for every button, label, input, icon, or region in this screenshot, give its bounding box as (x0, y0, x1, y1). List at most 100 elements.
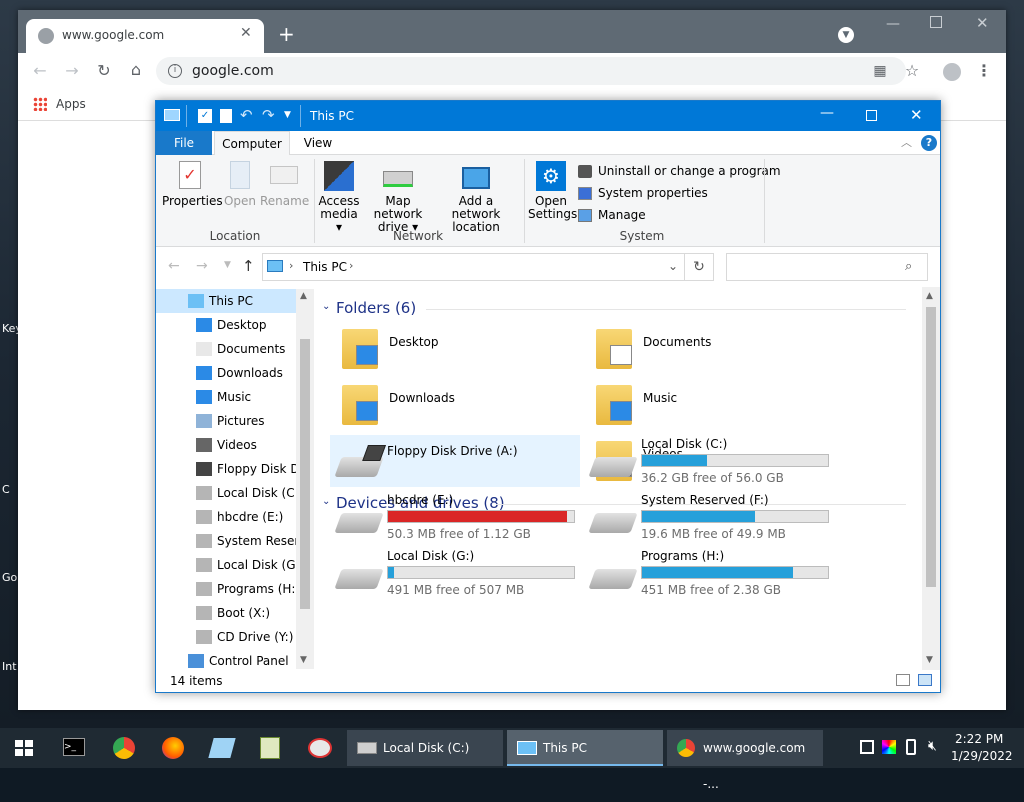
omnibox[interactable]: i google.com (156, 57, 906, 85)
nav-item[interactable]: Pictures (156, 409, 296, 433)
maximize-icon[interactable] (866, 110, 877, 121)
minimize-icon[interactable]: — (820, 105, 834, 121)
close-icon[interactable]: ✕ (976, 14, 989, 32)
profile-icon[interactable] (943, 63, 961, 81)
rename-button[interactable]: Rename (260, 161, 309, 208)
nav-item[interactable]: Local Disk (G:) (156, 553, 296, 577)
apps-bookmark[interactable]: Apps (56, 97, 86, 111)
forward-icon[interactable]: → (196, 258, 208, 274)
recent-locations-icon[interactable]: ▼ (224, 260, 231, 270)
tool-icon[interactable] (308, 738, 332, 758)
tab-file[interactable]: File (156, 131, 212, 155)
drive-item[interactable]: Local Disk (G:) 491 MB free of 507 MB (330, 547, 580, 597)
content-scrollbar[interactable]: ▲ ▼ (922, 287, 940, 670)
properties-quick-icon[interactable]: ✓ (198, 109, 212, 123)
uninstall-button[interactable]: Uninstall or change a program (578, 163, 781, 181)
chevron-right-icon[interactable]: › (349, 259, 353, 272)
open-button[interactable]: Open (222, 161, 258, 208)
redo-icon[interactable]: ↷ (262, 106, 275, 124)
taskbar-window-chrome[interactable]: www.google.com -... (667, 730, 823, 791)
properties-button[interactable]: ✓ Properties (162, 161, 223, 208)
scroll-up-icon[interactable]: ▲ (926, 291, 933, 301)
nav-item[interactable]: Downloads (156, 361, 296, 385)
open-settings-button[interactable]: ⚙ Open Settings (528, 161, 577, 221)
volume-muted-icon[interactable]: 🔇︎ (928, 738, 937, 754)
minimize-icon[interactable]: — (886, 16, 900, 32)
nav-item[interactable]: Videos (156, 433, 296, 457)
back-icon[interactable]: ← (26, 57, 54, 85)
breadcrumb-this-pc[interactable]: This PC (303, 260, 347, 274)
tab-search-icon[interactable]: ▼ (838, 27, 854, 43)
nav-item[interactable]: System Reserve (156, 529, 296, 553)
desktop-icon-label[interactable]: C (2, 483, 10, 496)
nav-item[interactable]: Programs (H:) (156, 577, 296, 601)
new-tab-icon[interactable]: + (278, 22, 295, 46)
close-tab-icon[interactable]: ✕ (240, 25, 252, 41)
firefox-icon[interactable] (162, 737, 184, 759)
nav-scrollbar-thumb[interactable] (300, 339, 310, 609)
bookmark-star-icon[interactable]: ☆ (898, 57, 926, 85)
drive-item[interactable]: Local Disk (C:) 36.2 GB free of 56.0 GB (584, 435, 834, 485)
add-network-location-button[interactable]: Add a network location (436, 161, 516, 234)
tray-icon[interactable] (860, 740, 874, 754)
drive-item[interactable]: Floppy Disk Drive (A:) (330, 435, 580, 487)
desktop-icon-label[interactable]: Int (2, 660, 17, 673)
chevron-down-icon[interactable]: ⌄ (668, 259, 678, 273)
nav-item[interactable]: Desktop (156, 313, 296, 337)
info-icon[interactable]: i (168, 64, 182, 78)
title-bar[interactable]: ✓ ↶ ↷ ▼ This PC — ✕ (156, 101, 940, 131)
chevron-right-icon[interactable]: › (289, 259, 293, 272)
cmd-icon[interactable]: >_ (63, 738, 85, 756)
address-input[interactable]: › This PC › ⌄ (262, 253, 714, 281)
forward-icon[interactable]: → (58, 57, 86, 85)
help-icon[interactable]: ? (921, 135, 937, 151)
search-input[interactable]: ⌕ (726, 253, 928, 281)
reload-icon[interactable]: ↻ (90, 57, 118, 85)
access-media-button[interactable]: Access media ▾ (318, 161, 360, 234)
menu-icon[interactable]: ⋮ (970, 57, 998, 85)
back-icon[interactable]: ← (168, 258, 180, 274)
nav-item[interactable]: Local Disk (C:) (156, 481, 296, 505)
taskbar-window-local-disk[interactable]: Local Disk (C:) (347, 730, 503, 766)
drive-item[interactable]: hbcdre (E:) 50.3 MB free of 1.12 GB (330, 491, 580, 541)
tab-computer[interactable]: Computer (214, 131, 290, 156)
clock-date[interactable]: 1/29/2022 (951, 749, 1013, 763)
home-icon[interactable]: ⌂ (122, 56, 150, 84)
maximize-icon[interactable] (930, 16, 942, 28)
notepad-icon[interactable] (260, 737, 280, 759)
app-icon[interactable] (208, 738, 236, 758)
new-folder-quick-icon[interactable] (220, 109, 232, 123)
chrome-taskbar-icon[interactable] (113, 737, 135, 759)
chrome-tab[interactable]: www.google.com ✕ (26, 19, 264, 53)
usb-icon[interactable] (906, 739, 916, 755)
nav-item[interactable]: Floppy Disk Dri (156, 457, 296, 481)
details-view-icon[interactable] (896, 674, 910, 686)
close-icon[interactable]: ✕ (910, 106, 923, 124)
collapse-ribbon-icon[interactable]: ︿ (901, 134, 912, 150)
large-icons-view-icon[interactable] (918, 674, 932, 686)
scroll-down-icon[interactable]: ▼ (926, 655, 933, 665)
nav-item[interactable]: Documents (156, 337, 296, 361)
desktop-icon-label[interactable]: Go (2, 571, 17, 584)
map-network-drive-button[interactable]: Map network drive ▾ (362, 161, 434, 234)
content-scrollbar-thumb[interactable] (926, 307, 936, 587)
scroll-down-icon[interactable]: ▼ (300, 655, 307, 665)
nav-item[interactable]: CD Drive (Y:) H (156, 625, 296, 649)
nav-item[interactable]: hbcdre (E:) (156, 505, 296, 529)
system-properties-button[interactable]: System properties (578, 185, 768, 203)
drive-item[interactable]: System Reserved (F:) 19.6 MB free of 49.9… (584, 491, 834, 541)
taskbar-window-this-pc[interactable]: This PC (507, 730, 663, 766)
color-tray-icon[interactable] (882, 740, 896, 754)
qr-icon[interactable]: ▦ (866, 57, 894, 85)
nav-item[interactable]: Music (156, 385, 296, 409)
up-icon[interactable]: ↑ (242, 257, 255, 275)
tab-view[interactable]: View (298, 131, 338, 155)
manage-button[interactable]: Manage (578, 207, 768, 225)
nav-scrollbar[interactable]: ▲ ▼ (296, 289, 314, 669)
apps-icon[interactable] (33, 97, 47, 111)
undo-icon[interactable]: ↶ (240, 106, 253, 124)
nav-item[interactable]: This PC (156, 289, 296, 313)
refresh-button[interactable]: ↻ (684, 253, 714, 281)
clock-time[interactable]: 2:22 PM (955, 732, 1003, 746)
start-button[interactable] (0, 728, 48, 768)
